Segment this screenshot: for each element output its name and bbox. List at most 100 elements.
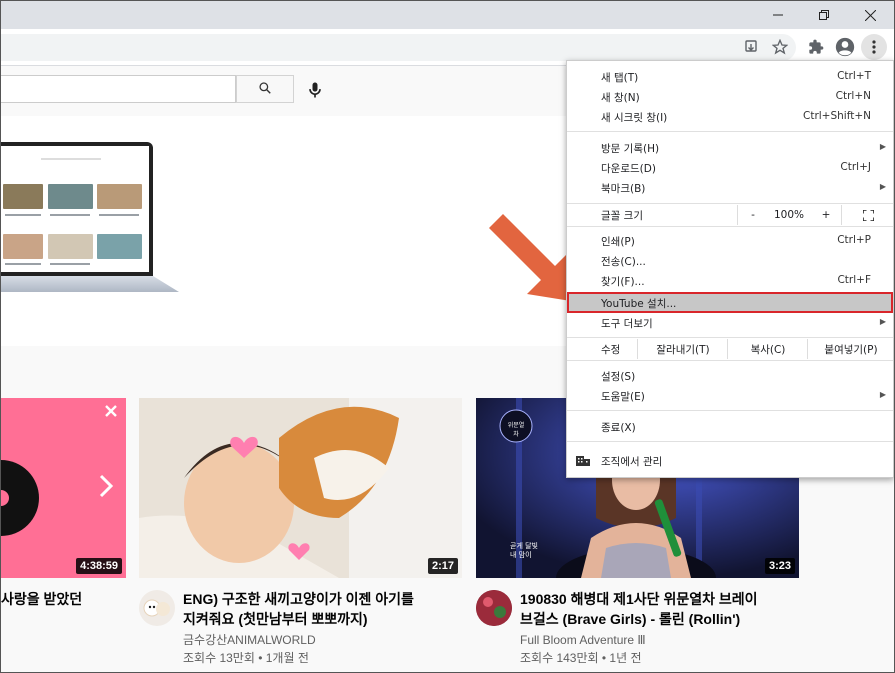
- menu-item-label: 새 시크릿 창(I): [601, 112, 668, 124]
- video-thumbnail[interactable]: 4:38:59: [1, 398, 126, 578]
- video-title-line1[interactable]: 190830 해병대 제1사단 위문열차 브레이: [520, 589, 758, 609]
- video-meta: 조회수 143만회 • 1년 전: [520, 651, 642, 665]
- menu-item-label: 방문 기록(H): [601, 143, 660, 155]
- video-duration: 4:38:59: [76, 558, 122, 574]
- microphone-icon[interactable]: [305, 79, 325, 105]
- menu-item-settings[interactable]: 설정(S): [567, 366, 893, 386]
- menu-item-label: 도구 더보기: [601, 318, 653, 330]
- browser-window: 4:38:59 사랑을 받았던 2:17 ENG) 구조한 새끼고양이가 이젠 …: [0, 0, 895, 673]
- extensions-puzzle-icon[interactable]: [804, 35, 828, 59]
- menu-item-label: 북마크(B): [601, 183, 646, 195]
- video-title[interactable]: 사랑을 받았던: [1, 589, 82, 609]
- channel-name[interactable]: Full Bloom Adventure Ⅲ: [520, 631, 646, 649]
- video-meta: 조회수 13만회 • 1개월 전: [183, 651, 309, 665]
- thumbnail-caption: 곧게 달빛 내 맘이: [510, 542, 538, 559]
- paste-label: 붙여넣기(P): [824, 343, 878, 356]
- cut-label: 잘라내기(T): [656, 343, 710, 356]
- menu-item-shortcut: Ctrl+F: [837, 274, 871, 286]
- menu-item-label: YouTube 설치...: [601, 298, 677, 310]
- submenu-arrow-icon: ▶: [879, 182, 886, 191]
- video-thumbnail[interactable]: 2:17: [139, 398, 462, 578]
- zoom-plus-label: +: [821, 209, 831, 221]
- menu-item-find[interactable]: 찾기(F)... Ctrl+F: [567, 271, 893, 291]
- menu-item-history[interactable]: 방문 기록(H) ▶: [567, 138, 893, 158]
- submenu-arrow-icon: ▶: [879, 317, 886, 326]
- menu-item-install-youtube[interactable]: YouTube 설치...: [567, 292, 893, 313]
- zoom-value: 100%: [773, 209, 805, 221]
- menu-item-exit[interactable]: 종료(X): [567, 417, 893, 437]
- restore-icon[interactable]: [801, 1, 847, 29]
- video-duration: 3:23: [764, 558, 795, 574]
- menu-item-label: 전송(C)...: [601, 256, 646, 268]
- search-icon: [258, 80, 272, 99]
- menu-edit-row: 수정 잘라내기(T) 복사(C) 붙여넣기(P): [567, 339, 893, 359]
- search-input[interactable]: [1, 75, 236, 103]
- menu-item-label: 다운로드(D): [601, 163, 656, 175]
- menu-item-shortcut: Ctrl+P: [837, 234, 871, 246]
- menu-separator: [567, 410, 893, 411]
- zoom-in-button[interactable]: +: [811, 205, 841, 225]
- zoom-minus-label: -: [751, 209, 755, 221]
- video-title-line1[interactable]: ENG) 구조한 새끼고양이가 이젠 아기를: [183, 589, 414, 609]
- address-bar[interactable]: [1, 34, 796, 61]
- zoom-level: 100%: [767, 205, 811, 225]
- menu-item-shortcut: Ctrl+J: [840, 161, 871, 173]
- channel-avatar[interactable]: [476, 590, 512, 626]
- laptop-illustration: [1, 142, 153, 276]
- paste-button[interactable]: 붙여넣기(P): [807, 339, 894, 359]
- menu-item-label: 도움말(E): [601, 391, 645, 403]
- menu-item-label: 조직에서 관리: [601, 456, 663, 468]
- menu-item-label: 찾기(F)...: [601, 276, 645, 288]
- menu-item-label: 인쇄(P): [601, 236, 635, 248]
- minimize-icon[interactable]: [755, 1, 801, 29]
- copy-label: 복사(C): [750, 343, 786, 356]
- menu-zoom-row: 글꼴 크기 - 100% +: [567, 205, 893, 225]
- submenu-arrow-icon: ▶: [879, 142, 886, 151]
- laptop-base: [1, 276, 179, 292]
- chrome-menu-kebab-icon[interactable]: [861, 34, 887, 60]
- search-button[interactable]: [236, 75, 294, 103]
- menu-separator: [567, 226, 893, 227]
- video-title-line2[interactable]: 브걸스 (Brave Girls) - 롤린 (Rollin'): [520, 609, 740, 629]
- zoom-label: 글꼴 크기: [601, 210, 643, 222]
- menu-item-help[interactable]: 도움말(E) ▶: [567, 386, 893, 406]
- menu-item-managed-by-org[interactable]: 조직에서 관리: [567, 451, 893, 471]
- menu-item-shortcut: Ctrl+T: [837, 70, 871, 82]
- submenu-arrow-icon: ▶: [879, 390, 886, 399]
- video-title-line2[interactable]: 지켜줘요 (첫만남부터 뽀뽀까지): [183, 609, 368, 629]
- menu-item-new-tab[interactable]: 새 탭(T) Ctrl+T: [567, 67, 893, 87]
- menu-item-label: 새 창(N): [601, 92, 640, 104]
- menu-item-label: 설정(S): [601, 371, 636, 383]
- menu-separator: [567, 360, 893, 361]
- menu-separator: [567, 441, 893, 442]
- profile-avatar-icon[interactable]: [833, 35, 857, 59]
- menu-item-shortcut: Ctrl+N: [835, 90, 871, 102]
- thumbnail-caption-top: 위문열차: [507, 422, 525, 438]
- fullscreen-icon[interactable]: [841, 205, 894, 225]
- copy-button[interactable]: 복사(C): [727, 339, 808, 359]
- menu-item-new-incognito[interactable]: 새 시크릿 창(I) Ctrl+Shift+N: [567, 107, 893, 127]
- menu-item-bookmarks[interactable]: 북마크(B) ▶: [567, 178, 893, 198]
- building-icon: [576, 453, 590, 469]
- edit-label: 수정: [601, 344, 621, 356]
- menu-item-print[interactable]: 인쇄(P) Ctrl+P: [567, 231, 893, 251]
- video-duration: 2:17: [427, 558, 458, 574]
- cut-button[interactable]: 잘라내기(T): [637, 339, 728, 359]
- bookmark-star-icon[interactable]: [768, 35, 792, 59]
- channel-avatar[interactable]: [139, 590, 175, 626]
- install-app-icon[interactable]: [740, 35, 764, 59]
- menu-item-label: 새 탭(T): [601, 72, 639, 84]
- zoom-out-button[interactable]: -: [737, 205, 768, 225]
- chrome-main-menu: 새 탭(T) Ctrl+T 새 창(N) Ctrl+N 새 시크릿 창(I) C…: [566, 60, 894, 478]
- channel-name[interactable]: 금수강산ANIMALWORLD: [183, 631, 316, 649]
- menu-item-downloads[interactable]: 다운로드(D) Ctrl+J: [567, 158, 893, 178]
- menu-item-more-tools[interactable]: 도구 더보기 ▶: [567, 313, 893, 333]
- menu-item-label: 종료(X): [601, 422, 636, 434]
- menu-item-cast[interactable]: 전송(C)...: [567, 251, 893, 271]
- title-bar: [1, 1, 894, 29]
- menu-item-shortcut: Ctrl+Shift+N: [803, 110, 871, 122]
- menu-separator: [567, 131, 893, 132]
- menu-separator: [567, 337, 893, 338]
- menu-item-new-window[interactable]: 새 창(N) Ctrl+N: [567, 87, 893, 107]
- close-icon[interactable]: [847, 1, 893, 29]
